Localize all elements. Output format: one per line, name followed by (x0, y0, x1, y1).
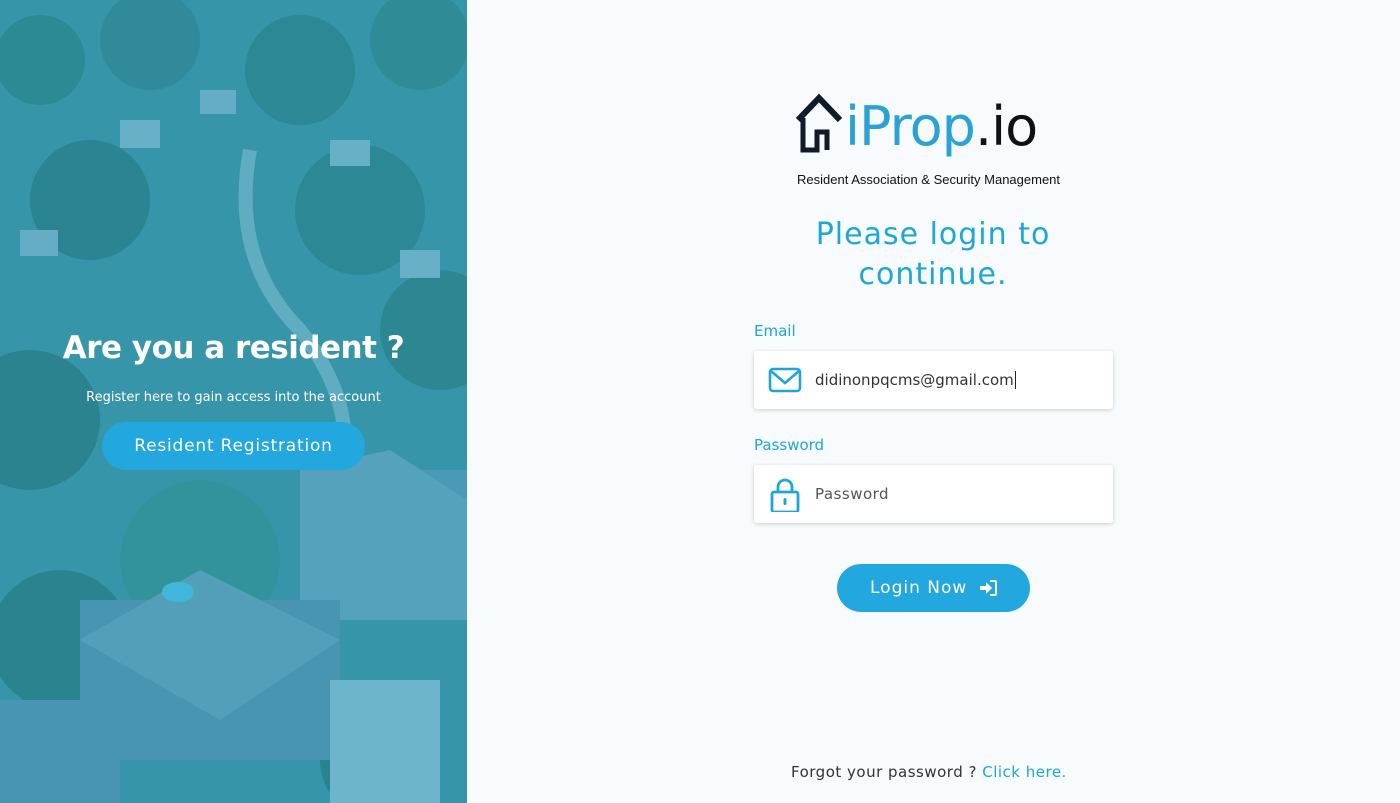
forgot-password: Forgot your password ? Click here. (791, 763, 1067, 781)
login-now-label: Login Now (870, 578, 968, 598)
email-field[interactable]: didinonpqcms@gmail.com (754, 351, 1113, 409)
password-label: Password (754, 436, 825, 454)
forgot-password-link[interactable]: Click here. (982, 763, 1067, 781)
logo-prop: Prop (859, 95, 976, 158)
forgot-password-text: Forgot your password ? (791, 763, 977, 781)
logo-tagline: Resident Association & Security Manageme… (797, 172, 1061, 187)
login-now-button[interactable]: Login Now (837, 564, 1030, 612)
password-input[interactable]: Password (815, 485, 889, 503)
logo-wordmark: iProp.io (845, 92, 1038, 162)
lock-icon (770, 478, 800, 512)
resident-subtitle: Register here to gain access into the ac… (86, 390, 381, 405)
iprop-logo: iProp.io Resident Association & Security… (795, 90, 1075, 190)
resident-registration-button[interactable]: Resident Registration (102, 422, 365, 470)
left-panel: Are you a resident ? Register here to ga… (0, 0, 467, 803)
sign-in-icon (980, 580, 997, 596)
email-label: Email (754, 322, 796, 340)
envelope-icon (768, 367, 802, 393)
email-input[interactable]: didinonpqcms@gmail.com (815, 371, 1016, 389)
login-heading: Please login to continue. (815, 217, 1051, 292)
house-logo-icon (795, 93, 843, 153)
resident-title: Are you a resident ? (62, 330, 405, 366)
registration-cta: Are you a resident ? Register here to ga… (0, 330, 467, 470)
password-field[interactable]: Password (754, 465, 1113, 523)
login-panel: iProp.io Resident Association & Security… (467, 0, 1400, 803)
logo-io: .io (974, 95, 1038, 158)
logo-i: i (845, 95, 860, 158)
